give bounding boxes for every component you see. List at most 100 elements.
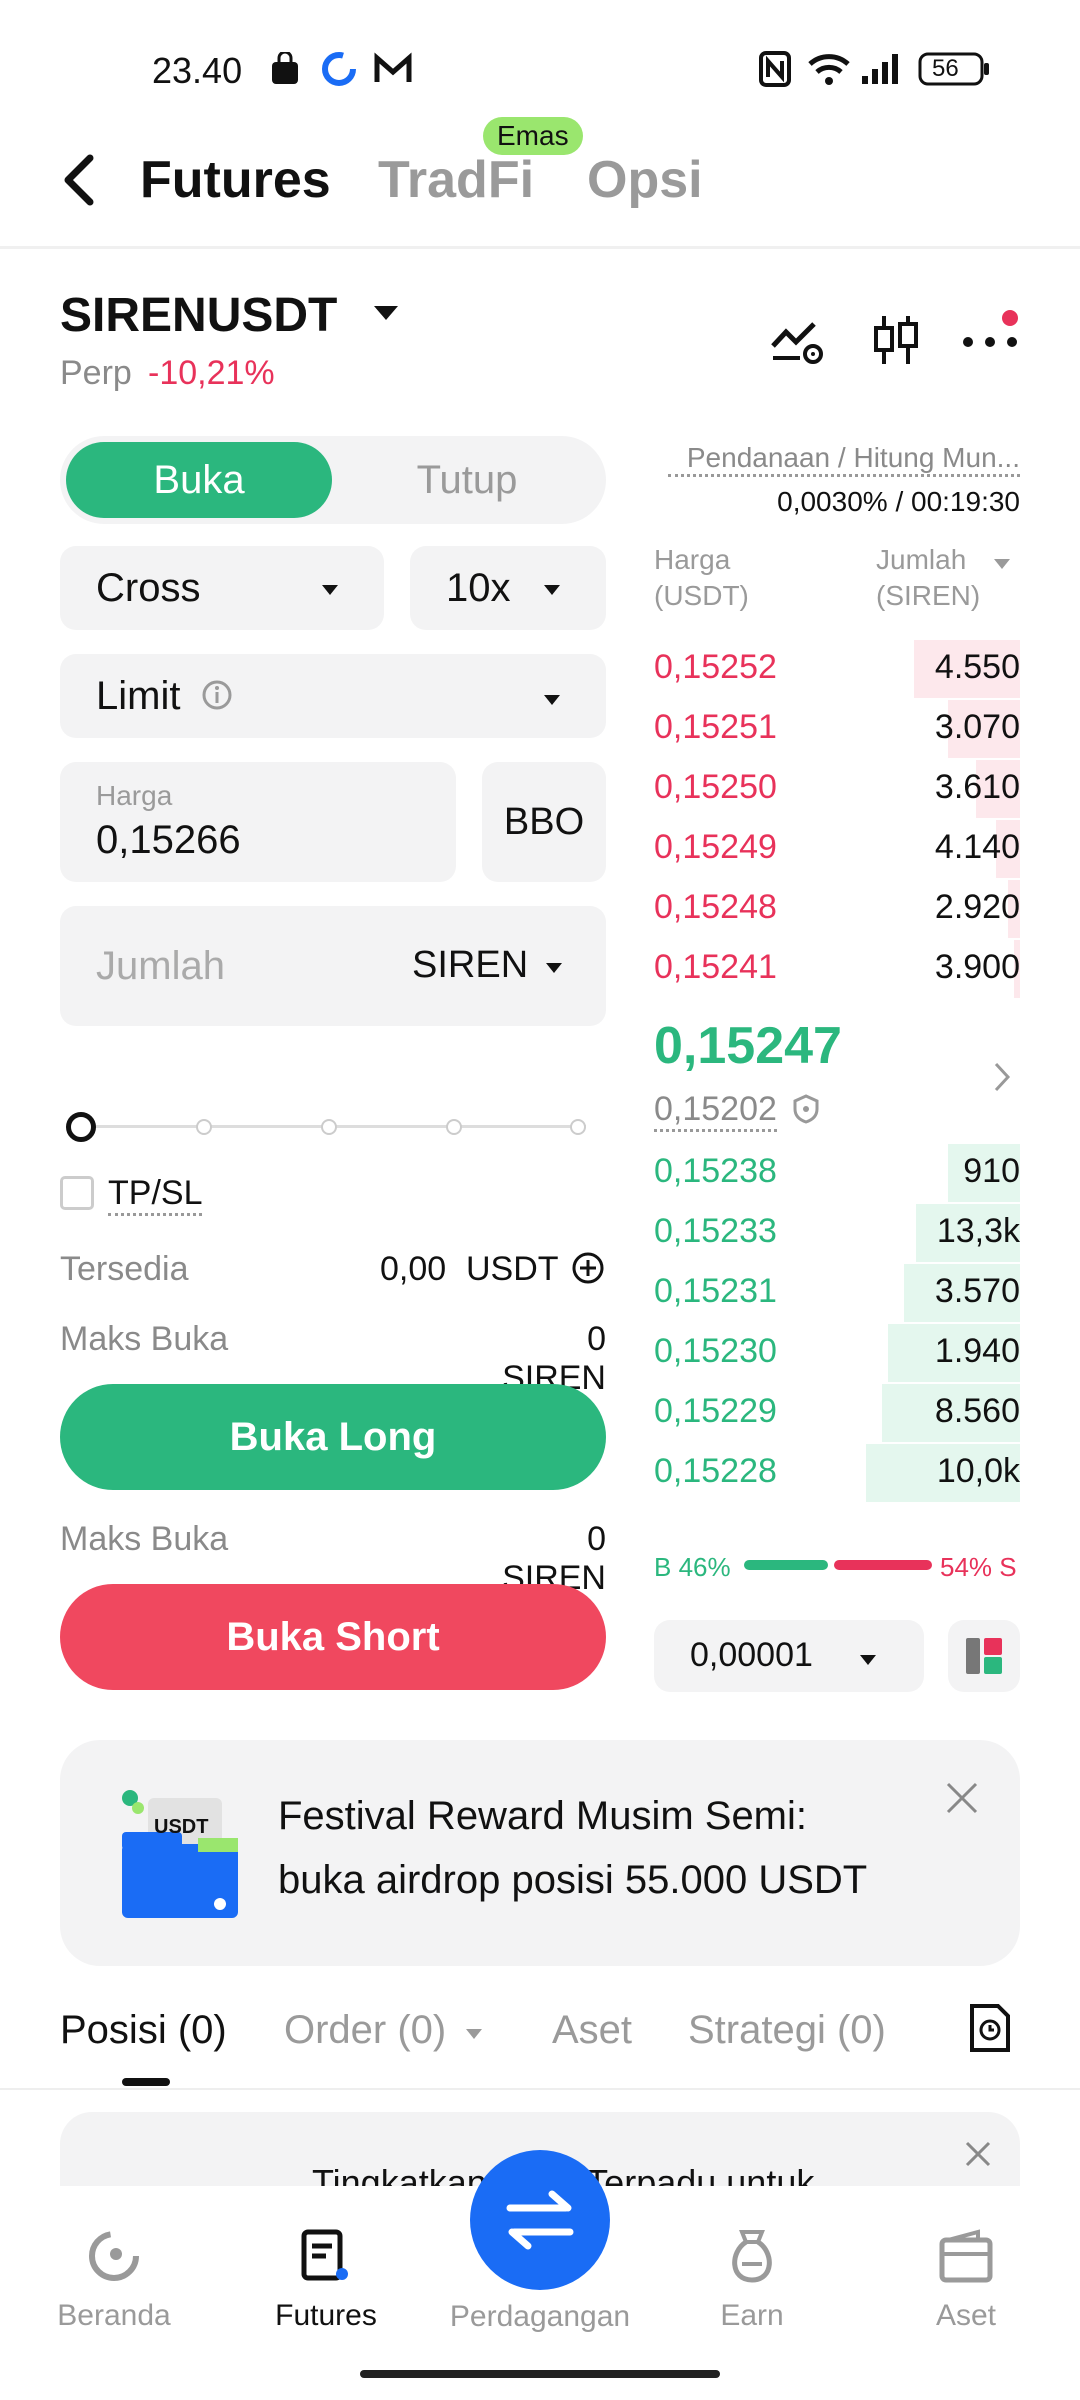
slider-step[interactable] [446, 1119, 462, 1135]
amount-unit[interactable]: SIREN [412, 944, 528, 987]
max-open-long-label: Maks Buka [60, 1320, 229, 1358]
slider-step[interactable] [196, 1119, 212, 1135]
bid-qty: 8.560 [934, 1392, 1020, 1430]
history-icon[interactable] [968, 2002, 1012, 2059]
last-price[interactable]: 0,15247 [654, 1016, 842, 1076]
open-long-button[interactable]: Buka Long [60, 1384, 606, 1490]
available-label: Tersedia [60, 1250, 189, 1288]
open-tab[interactable]: Buka [66, 442, 332, 518]
amount-slider[interactable] [66, 1112, 596, 1142]
ask-row[interactable]: 0,15249 4.140 [654, 820, 1020, 878]
nav-futures[interactable]: Futures [236, 2228, 416, 2333]
nav-earn[interactable]: Earn [662, 2228, 842, 2333]
amount-placeholder: Jumlah [96, 944, 225, 988]
open-short-button[interactable]: Buka Short [60, 1584, 606, 1690]
slider-step[interactable] [321, 1119, 337, 1135]
bid-qty: 10,0k [936, 1452, 1020, 1490]
slider-step[interactable] [570, 1119, 586, 1135]
chevron-right-icon[interactable] [990, 1060, 1014, 1099]
close-icon[interactable] [964, 2140, 992, 2173]
promo-banner[interactable]: USDT Festival Reward Musim Semi: buka ai… [60, 1740, 1020, 1966]
order-type-select[interactable]: Limit [60, 654, 606, 738]
bid-price: 0,15228 [654, 1452, 777, 1490]
qty-unit: (SIREN) [876, 580, 981, 611]
nav-assets-label: Aset [935, 2299, 997, 2332]
nav-home[interactable]: Beranda [24, 2228, 204, 2333]
bid-price: 0,15230 [654, 1332, 777, 1370]
futures-icon [301, 2229, 348, 2281]
open-close-toggle: Buka Tutup [60, 436, 606, 524]
more-icon[interactable] [960, 306, 1020, 361]
slider-handle[interactable] [66, 1112, 96, 1142]
shopping-bag-icon [270, 50, 300, 95]
bid-qty: 1.940 [934, 1332, 1020, 1370]
airdrop-logo [118, 1788, 242, 1925]
tpsl-checkbox[interactable] [60, 1176, 94, 1210]
airdrop-logo-text: USDT [154, 1816, 209, 1838]
price-header: Harga [654, 544, 731, 575]
back-icon[interactable] [60, 150, 100, 215]
ask-row[interactable]: 0,15250 3.610 [654, 760, 1020, 818]
ask-qty: 3.070 [934, 708, 1020, 746]
ask-row[interactable]: 0,15251 3.070 [654, 700, 1020, 758]
tab-opsi[interactable]: Opsi [587, 150, 703, 210]
precision-value: 0,00001 [690, 1636, 813, 1674]
trend-chart-icon[interactable] [770, 316, 826, 371]
ask-row[interactable]: 0,15241 3.900 [654, 940, 1020, 998]
max-open-short-label: Maks Buka [60, 1520, 229, 1558]
bid-row[interactable]: 0,15233 13,3k [654, 1204, 1020, 1262]
bid-row[interactable]: 0,15238 910 [654, 1144, 1020, 1202]
close-tab[interactable]: Tutup [334, 442, 600, 518]
qty-header[interactable]: Jumlah [876, 544, 966, 576]
nav-trade-label[interactable]: Perdagangan [430, 2300, 650, 2334]
ask-row[interactable]: 0,15252 4.550 [654, 640, 1020, 698]
chevron-down-icon [546, 960, 562, 978]
ask-qty: 4.140 [934, 828, 1020, 866]
close-icon[interactable] [944, 1780, 980, 1821]
candlestick-icon[interactable] [870, 312, 922, 373]
bid-row[interactable]: 0,15231 3.570 [654, 1264, 1020, 1322]
amount-input[interactable]: Jumlah SIREN [60, 906, 606, 1026]
price-input[interactable]: Harga 0,15266 [60, 762, 456, 882]
leverage-select[interactable]: 10x [410, 546, 606, 630]
ask-row[interactable]: 0,15248 2.920 [654, 880, 1020, 938]
info-icon[interactable] [200, 678, 234, 717]
home-indicator[interactable] [360, 2370, 720, 2378]
precision-select[interactable]: 0,00001 [654, 1620, 924, 1692]
tab-positions[interactable]: Posisi (0) [60, 2008, 227, 2053]
tab-futures[interactable]: Futures [140, 150, 331, 210]
bid-row[interactable]: 0,15229 8.560 [654, 1384, 1020, 1442]
home-icon [89, 2231, 139, 2281]
bid-price: 0,15231 [654, 1272, 777, 1310]
price-value: 0,15266 [96, 818, 241, 862]
symbol-name[interactable]: SIRENUSDT [60, 288, 337, 343]
bid-row[interactable]: 0,15230 1.940 [654, 1324, 1020, 1382]
tab-assets[interactable]: Aset [552, 2008, 632, 2053]
symbol-change: -10,21% [148, 354, 275, 392]
wifi-icon [806, 50, 852, 97]
banner-line2: buka airdrop posisi 55.000 USDT [278, 1858, 868, 1902]
tabs-divider [0, 2088, 1080, 2090]
available-value: 0,00 [380, 1250, 447, 1288]
mail-icon [374, 52, 412, 95]
trade-button[interactable] [470, 2150, 610, 2290]
tpsl-label[interactable]: TP/SL [108, 1174, 203, 1216]
chevron-down-icon [860, 1652, 876, 1670]
bid-row[interactable]: 0,15228 10,0k [654, 1444, 1020, 1502]
add-funds-icon[interactable] [570, 1250, 606, 1291]
bbo-button[interactable]: BBO [482, 762, 606, 882]
shield-icon [792, 1094, 820, 1129]
nav-assets[interactable]: Aset [876, 2228, 1056, 2333]
tab-tradfi[interactable]: TradFi [378, 150, 534, 210]
chevron-down-icon[interactable] [466, 2026, 482, 2044]
chevron-down-icon[interactable] [994, 556, 1010, 574]
app-logo-icon [320, 50, 358, 97]
tab-orders[interactable]: Order (0) [284, 2008, 446, 2053]
ask-price: 0,15249 [654, 828, 777, 866]
symbol-dropdown-icon[interactable] [374, 306, 398, 325]
tab-strategies[interactable]: Strategi (0) [688, 2008, 886, 2053]
margin-mode-select[interactable]: Cross [60, 546, 384, 630]
funding-label[interactable]: Pendanaan / Hitung Mun... [668, 442, 1020, 477]
layout-toggle[interactable] [948, 1620, 1020, 1692]
mark-price[interactable]: 0,15202 [654, 1090, 777, 1132]
